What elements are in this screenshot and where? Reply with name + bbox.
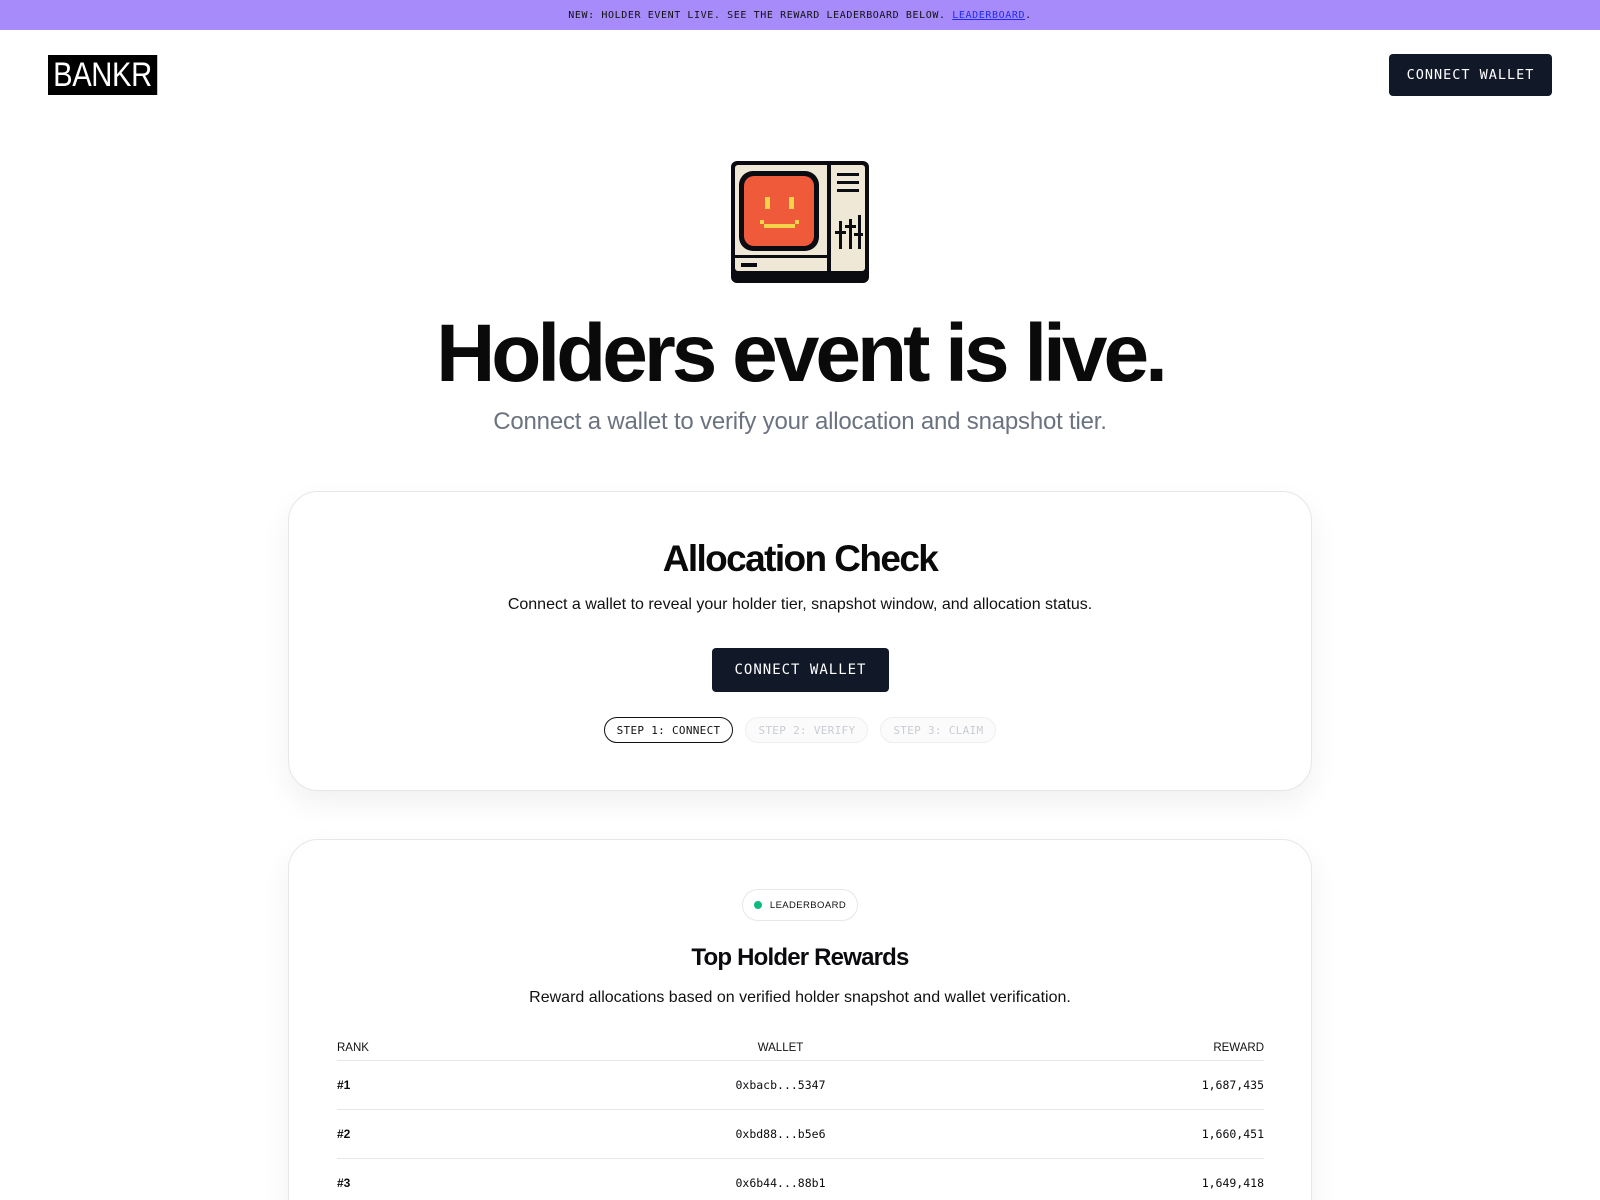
row-reward: 1,649,418	[1201, 1176, 1264, 1190]
retro-computer-smiley-icon	[729, 159, 871, 285]
header-connect-wallet-button[interactable]: CONNECT WALLET	[1389, 54, 1552, 96]
status-dot-icon	[753, 901, 762, 909]
row-reward: 1,687,435	[1201, 1078, 1264, 1092]
banner-text: NEW: HOLDER EVENT LIVE. SEE THE REWARD L…	[568, 9, 946, 21]
table-row: #1 0xbacb...5347 1,687,435	[337, 1061, 1264, 1110]
row-wallet: 0xbacb...5347	[735, 1078, 826, 1092]
step-verify: STEP 2: VERIFY	[745, 717, 869, 743]
hero-title: Holders event is live.	[436, 308, 1168, 399]
row-wallet: 0xbd88...b5e6	[735, 1127, 826, 1141]
leaderboard-card: LEADERBOARD Top Holder Rewards Reward al…	[288, 839, 1312, 1200]
row-wallet: 0x6b44...88b1	[735, 1176, 826, 1190]
leaderboard-title: Top Holder Rewards	[691, 944, 909, 971]
allocation-title: Allocation Check	[662, 538, 939, 579]
column-rank: RANK	[337, 1042, 369, 1054]
row-rank: #2	[337, 1127, 351, 1141]
allocation-check-card: Allocation Check Connect a wallet to rev…	[288, 491, 1312, 791]
table-header: RANK WALLET REWARD	[337, 1042, 1264, 1061]
allocation-description: Connect a wallet to reveal your holder t…	[507, 596, 1093, 613]
announcement-banner: NEW: HOLDER EVENT LIVE. SEE THE REWARD L…	[0, 0, 1600, 30]
logo[interactable]: BANKR	[48, 55, 157, 95]
leaderboard-badge-label: LEADERBOARD	[769, 899, 847, 911]
column-wallet: WALLET	[757, 1042, 804, 1054]
leaderboard-table: RANK WALLET REWARD #1 0xbacb...5347 1,68…	[337, 1042, 1264, 1200]
step-claim: STEP 3: CLAIM	[880, 717, 997, 743]
hero-subtitle: Connect a wallet to verify your allocati…	[493, 408, 1107, 435]
step-connect: STEP 1: CONNECT	[603, 717, 734, 743]
row-reward: 1,660,451	[1201, 1127, 1264, 1141]
column-reward: REWARD	[1213, 1042, 1264, 1054]
table-row: #3 0x6b44...88b1 1,649,418	[337, 1159, 1264, 1200]
banner-suffix: .	[1025, 9, 1032, 21]
banner-leaderboard-link[interactable]: LEADERBOARD	[952, 10, 1025, 21]
leaderboard-badge: LEADERBOARD	[742, 889, 858, 921]
row-rank: #3	[337, 1176, 351, 1190]
row-rank: #1	[337, 1078, 351, 1092]
leaderboard-description: Reward allocations based on verified hol…	[529, 989, 1071, 1006]
allocation-connect-wallet-button[interactable]: CONNECT WALLET	[712, 648, 889, 692]
step-indicator: STEP 1: CONNECT STEP 2: VERIFY STEP 3: C…	[289, 717, 1311, 743]
table-row: #2 0xbd88...b5e6 1,660,451	[337, 1110, 1264, 1159]
